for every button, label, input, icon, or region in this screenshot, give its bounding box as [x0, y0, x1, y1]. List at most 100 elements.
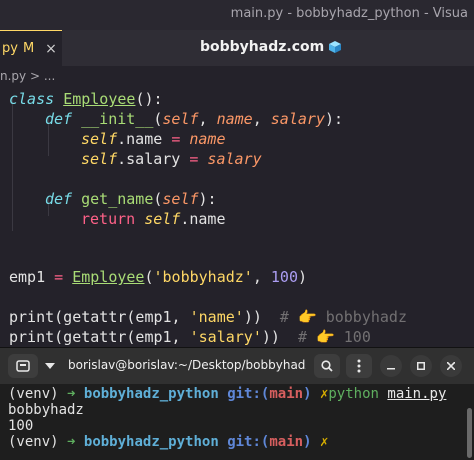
keyword: class — [9, 90, 55, 108]
punctuation: , — [252, 110, 271, 128]
punctuation: , — [252, 268, 271, 286]
close-icon — [447, 362, 455, 370]
operator: = — [54, 268, 64, 286]
code-line: emp1 = Employee('bobbyhadz', 100) — [9, 267, 307, 287]
value: salary — [198, 150, 262, 168]
terminal-header: borislav@borislav:~/Desktop/bobbyhadz_..… — [0, 348, 474, 384]
command-argument: main.py — [387, 386, 447, 402]
menu-button[interactable] — [346, 354, 372, 378]
output-line: bobbyhadz — [8, 402, 84, 418]
window-title: main.py - bobbyhadz_python - Visua — [230, 6, 468, 21]
punctuation: ) — [298, 268, 308, 286]
variable: emp1 — [9, 268, 55, 286]
string: 'name' — [189, 308, 244, 326]
keyword: return — [81, 210, 136, 228]
self-ref: self — [81, 150, 118, 168]
attribute: .name — [117, 130, 172, 148]
punctuation: ): — [198, 190, 217, 208]
param-self: self — [162, 110, 199, 128]
string: 'bobbyhadz' — [153, 268, 253, 286]
function-name: __init__ — [81, 110, 154, 128]
kebab-menu-icon — [357, 359, 361, 373]
minimize-button[interactable] — [380, 355, 402, 377]
attribute: .salary — [117, 150, 190, 168]
cube-icon — [329, 41, 342, 53]
number: 100 — [270, 268, 298, 286]
code-line: def __init__(self, name, salary): — [45, 109, 343, 129]
prompt-line: (venv) ➜ bobbyhadz_python git:(main) ✗py… — [8, 386, 468, 402]
git-branch: main — [269, 386, 304, 402]
punctuation: )) — [243, 308, 262, 326]
close-button[interactable] — [440, 355, 462, 377]
code-line: self.name = name — [81, 129, 226, 149]
param: salary — [270, 110, 325, 128]
search-button[interactable] — [314, 354, 340, 378]
terminal-scrollbar[interactable] — [467, 408, 472, 458]
code-line: print(getattr(emp1, 'salary')) # 👉 100 — [9, 327, 371, 347]
keyword: def — [45, 190, 73, 208]
operator: = — [171, 130, 181, 148]
git-label: git:( — [227, 386, 270, 402]
comment: # 👉 100 — [279, 328, 371, 346]
new-tab-button[interactable] — [8, 354, 38, 378]
prompt-line: (venv) ➜ bobbyhadz_python git:(main) ✗ — [8, 434, 468, 450]
venv-label: (venv) — [8, 386, 68, 402]
punctuation: )) — [261, 328, 280, 346]
editor-title-text: bobbyhadz.com — [200, 39, 325, 55]
param: name — [216, 110, 253, 128]
breadcrumb[interactable]: n.py > ... — [0, 69, 55, 87]
terminal-window[interactable]: borislav@borislav:~/Desktop/bobbyhadz_..… — [0, 347, 474, 460]
command: python — [328, 386, 379, 402]
modified-indicator: M — [22, 41, 35, 56]
attribute: .name — [180, 210, 226, 228]
keyword: def — [45, 110, 73, 128]
value: name — [180, 130, 226, 148]
code-line: def get_name(self): — [45, 189, 217, 209]
search-icon — [321, 360, 333, 372]
class-name: Employee — [72, 268, 145, 286]
self-ref: self — [135, 210, 181, 228]
title-bar: main.py - bobbyhadz_python - Visua — [0, 0, 474, 30]
code: print(getattr(emp1, — [9, 308, 190, 326]
maximize-button[interactable] — [410, 355, 432, 377]
code: print(getattr(emp1, — [9, 328, 190, 346]
punctuation: , — [198, 110, 217, 128]
function-name: get_name — [81, 190, 154, 208]
dropdown-button[interactable] — [40, 354, 60, 378]
prompt-directory: bobbyhadz_python — [83, 434, 219, 450]
punctuation: ): — [324, 110, 344, 128]
punctuation: ( — [144, 268, 154, 286]
param-self: self — [162, 190, 199, 208]
prompt-arrow: ➜ — [67, 386, 76, 402]
comment: # 👉 bobbyhadz — [261, 308, 407, 326]
tab-bar: py M × bobbyhadz.com — [0, 30, 474, 66]
git-label-close: ) — [303, 386, 312, 402]
maximize-icon — [417, 362, 425, 370]
class-name: Employee — [63, 90, 136, 108]
self-ref: self — [81, 130, 118, 148]
git-dirty-mark: ✗ — [319, 434, 329, 450]
terminal-output[interactable]: (venv) ➜ bobbyhadz_python git:(main) ✗py… — [8, 386, 468, 450]
git-label: git:( — [227, 434, 270, 450]
punctuation: (): — [135, 90, 163, 108]
string: 'salary' — [189, 328, 262, 346]
code-line: self.salary = salary — [81, 149, 262, 169]
editor-title: bobbyhadz.com — [200, 39, 342, 55]
code-line: class Employee(): — [9, 89, 163, 109]
venv-label: (venv) — [8, 434, 68, 450]
indent-guide — [12, 96, 13, 231]
terminal-title: borislav@borislav:~/Desktop/bobbyhadz_..… — [68, 358, 306, 372]
terminal-icon — [16, 360, 30, 372]
chevron-down-icon — [45, 363, 55, 369]
output-line: 100 — [8, 418, 34, 434]
minimize-icon — [387, 368, 395, 370]
code-line: print(getattr(emp1, 'name')) # 👉 bobbyha… — [9, 307, 407, 327]
code-editor[interactable]: class Employee(): def __init__(self, nam… — [0, 86, 474, 356]
prompt-directory: bobbyhadz_python — [83, 386, 219, 402]
prompt-arrow: ➜ — [67, 434, 76, 450]
tab-main-py[interactable]: py M × — [0, 30, 62, 66]
tab-label: py — [2, 41, 18, 56]
close-icon[interactable]: × — [45, 41, 57, 57]
git-label-close: ) — [303, 434, 312, 450]
